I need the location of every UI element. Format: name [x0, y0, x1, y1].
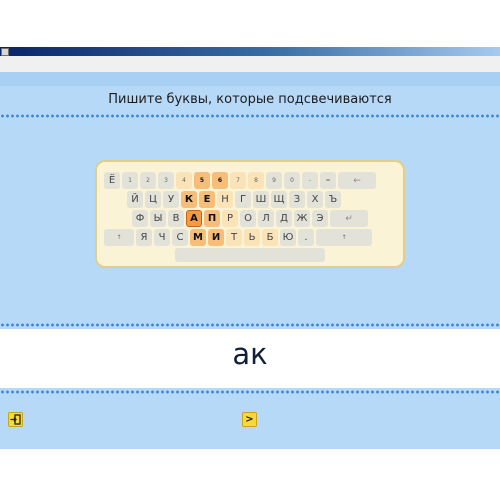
- key-row2-0: Й: [127, 191, 143, 208]
- key-row1-0: Ё: [104, 172, 120, 189]
- key-row4-1: Я: [136, 229, 152, 246]
- spacebar-key: [175, 248, 325, 262]
- key-row1-4: 4: [176, 172, 192, 189]
- typed-text: ак: [232, 337, 268, 371]
- key-row1-11: -: [302, 172, 318, 189]
- key-row3-2: В: [168, 210, 184, 227]
- menu-bar: [0, 56, 500, 72]
- key-row2-5: Н: [217, 191, 233, 208]
- key-row1-7: 7: [230, 172, 246, 189]
- key-row2-6: Г: [235, 191, 251, 208]
- typing-trainer-panel: Пишите буквы, которые подсвечиваются Ё12…: [0, 72, 500, 449]
- key-row4-4: М: [190, 229, 206, 246]
- key-row2-4: Е: [199, 191, 215, 208]
- top-strip: [0, 72, 500, 86]
- key-row4-3: С: [172, 229, 188, 246]
- key-row3-4: П: [204, 210, 220, 227]
- key-row2-10: Х: [307, 191, 323, 208]
- key-row1-8: 8: [248, 172, 264, 189]
- exit-door-icon: [10, 414, 21, 425]
- key-row2-11: Ъ: [325, 191, 341, 208]
- key-row4-6: Т: [226, 229, 242, 246]
- key-row2-2: У: [163, 191, 179, 208]
- key-row3-7: Л: [258, 210, 274, 227]
- key-row3-0: Ф: [132, 210, 148, 227]
- key-row2-7: Ш: [253, 191, 269, 208]
- dotted-divider: [0, 114, 500, 118]
- key-row1-2: 2: [140, 172, 156, 189]
- title-bar: [0, 47, 500, 56]
- key-row1-9: 9: [266, 172, 282, 189]
- key-row1-6: 6: [212, 172, 228, 189]
- key-row3-6: О: [240, 210, 256, 227]
- key-row4-0: ↑: [104, 229, 134, 246]
- next-arrow-icon: >: [245, 414, 254, 425]
- key-row4-8: Б: [262, 229, 278, 246]
- key-row1-1: 1: [122, 172, 138, 189]
- key-row1-5: 5: [194, 172, 210, 189]
- key-row4-2: Ч: [154, 229, 170, 246]
- key-row3-9: Ж: [294, 210, 310, 227]
- key-row3-3: А: [186, 210, 202, 227]
- key-row1-10: 0: [284, 172, 300, 189]
- key-row1-3: 3: [158, 172, 174, 189]
- key-row1-12: =: [320, 172, 336, 189]
- key-row3-5: Р: [222, 210, 238, 227]
- window-system-icon[interactable]: [1, 48, 9, 56]
- key-row2-8: Щ: [271, 191, 287, 208]
- key-row4-5: И: [208, 229, 224, 246]
- virtual-keyboard: Ё 1 2 3 4 5 6 7 8 9 0- = ← Й Ц У К Е Н Г Ш Щ З Х Ъ Ф Ы В А П Р О Л Д Ж Э ↵ ↑ Я…: [95, 160, 405, 268]
- key-row2-3: К: [181, 191, 197, 208]
- dotted-divider: [0, 323, 500, 327]
- instruction-text: Пишите буквы, которые подсвечиваются: [108, 92, 392, 107]
- dotted-divider: [0, 390, 500, 394]
- key-row4-7: Ь: [244, 229, 260, 246]
- key-row4-9: Ю: [280, 229, 296, 246]
- key-row3-1: Ы: [150, 210, 166, 227]
- key-row4-11: ↑: [316, 229, 372, 246]
- key-row1-13: ←: [338, 172, 376, 189]
- typed-text-area: ак: [0, 329, 500, 388]
- key-row2-9: З: [289, 191, 305, 208]
- key-row3-11: ↵: [330, 210, 368, 227]
- key-row2-1: Ц: [145, 191, 161, 208]
- next-button[interactable]: >: [242, 412, 257, 427]
- exit-button[interactable]: [8, 412, 23, 427]
- key-row3-8: Д: [276, 210, 292, 227]
- key-row3-10: Э: [312, 210, 328, 227]
- key-row4-10: .: [298, 229, 314, 246]
